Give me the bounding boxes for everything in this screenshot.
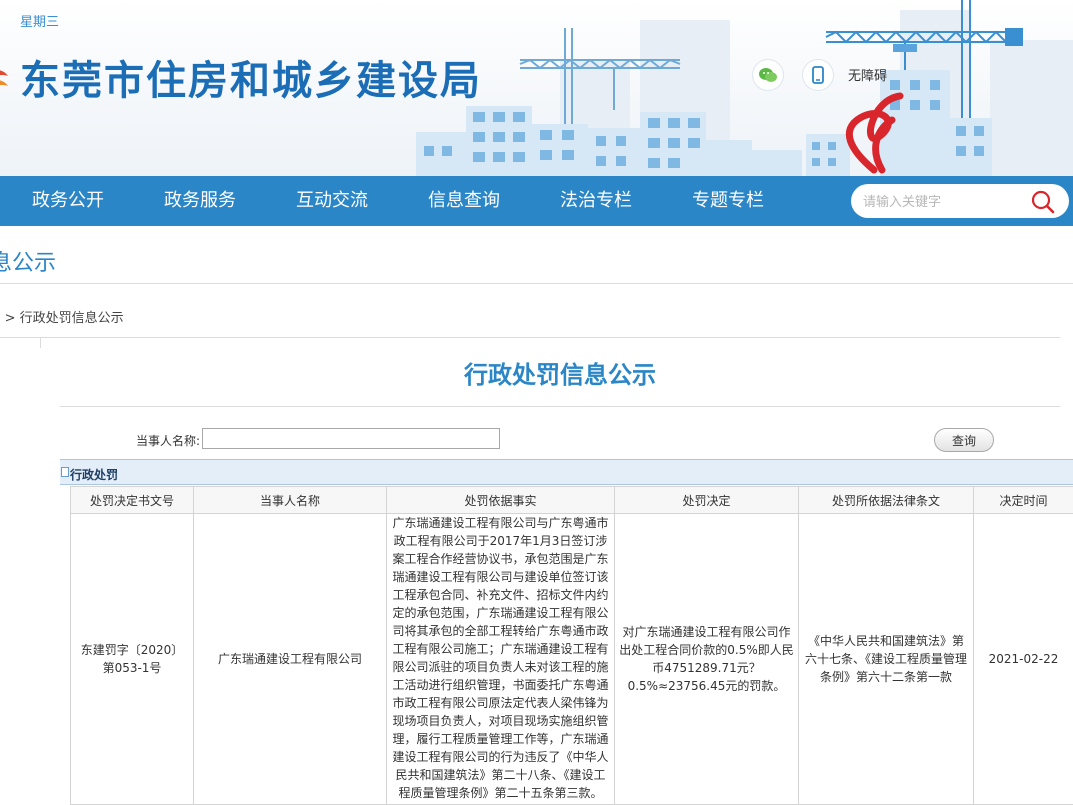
cell-decision: 对广东瑞通建设工程有限公司作出处工程合同价款的0.5%即人民币4751289.7… [615, 514, 799, 805]
cell-doc-number: 东建罚字〔2020〕第053-1号 [71, 514, 194, 805]
party-name-input[interactable] [202, 428, 500, 449]
table-row: 东建罚字〔2020〕第053-1号 广东瑞通建设工程有限公司 广东瑞通建设工程有… [71, 514, 1073, 805]
cell-facts: 广东瑞通建设工程有限公司与广东粤通市政工程有限公司于2017年1月3日签订涉案工… [387, 514, 615, 805]
column-header: 当事人名称 [194, 487, 387, 514]
site-title[interactable]: 东莞市住房和城乡建设局 [20, 53, 482, 109]
divider [60, 406, 1060, 407]
panel-title: 行政处罚 [70, 466, 118, 483]
penalty-table: 处罚决定书文号 当事人名称 处罚依据事实 处罚决定 处罚所依据法律条文 决定时间… [70, 486, 1073, 805]
table-header-row: 处罚决定书文号 当事人名称 处罚依据事实 处罚决定 处罚所依据法律条文 决定时间 [71, 487, 1073, 514]
panel-collapse-icon[interactable] [61, 467, 69, 477]
panel-header [60, 459, 1073, 485]
nav-item-rule-of-law[interactable]: 法治专栏 [560, 176, 632, 226]
weekday-label: 星期三 [20, 11, 59, 30]
column-header: 处罚决定 [615, 487, 799, 514]
search-icon[interactable] [1030, 189, 1056, 215]
column-header: 处罚所依据法律条文 [799, 487, 974, 514]
cell-legal-basis: 《中华人民共和国建筑法》第六十七条、《建设工程质量管理条例》第六十二条第一款 [799, 514, 974, 805]
nav-item-special-topics[interactable]: 专题专栏 [692, 176, 764, 226]
divider [0, 337, 1060, 338]
cell-party-name: 广东瑞通建设工程有限公司 [194, 514, 387, 805]
divider [40, 338, 41, 348]
cell-decision-date: 2021-02-22 [974, 514, 1073, 805]
nav-item-government-services[interactable]: 政务服务 [164, 176, 236, 226]
site-header: 星期三 东莞市住房和城乡建设局 无障碍 [0, 0, 1073, 176]
divider [0, 283, 1073, 284]
breadcrumb[interactable]: ` > 行政处罚信息公示 [0, 307, 124, 326]
column-header: 处罚决定书文号 [71, 487, 194, 514]
page-title: 行政处罚信息公示 [60, 355, 1060, 390]
search-input[interactable] [861, 184, 1025, 220]
party-name-label: 当事人名称: [136, 432, 200, 449]
column-header: 处罚依据事实 [387, 487, 615, 514]
mobile-icon [803, 60, 833, 90]
wechat-button[interactable] [753, 60, 783, 90]
nav-item-interaction[interactable]: 互动交流 [296, 176, 368, 226]
logo-icon [0, 66, 10, 92]
wechat-icon [753, 60, 783, 90]
section-title: 息公示 [0, 245, 56, 277]
mobile-button[interactable] [803, 60, 833, 90]
accessibility-link[interactable]: 无障碍 [848, 65, 887, 84]
nav-item-government-affairs[interactable]: 政务公开 [32, 176, 104, 226]
column-header: 决定时间 [974, 487, 1073, 514]
nav-item-info-query[interactable]: 信息查询 [428, 176, 500, 226]
query-button[interactable]: 查询 [934, 428, 994, 452]
